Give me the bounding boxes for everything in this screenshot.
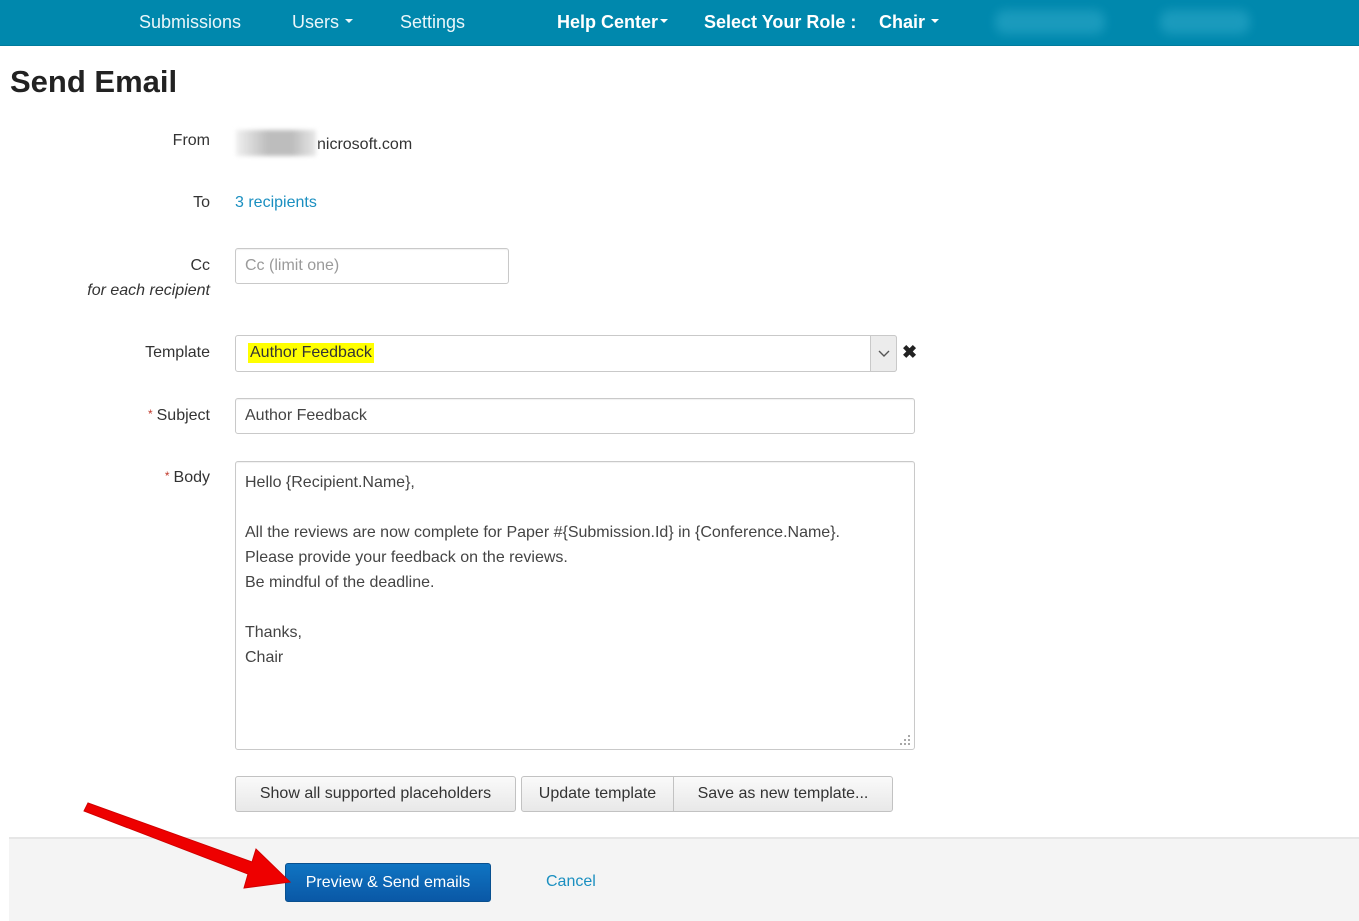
show-placeholders-button[interactable]: Show all supported placeholders [235,776,516,812]
blurred-user-menu [1160,10,1250,34]
nav-submissions-label: Submissions [139,12,242,32]
template-select[interactable]: Author Feedback [235,335,897,372]
cancel-link[interactable]: Cancel [546,873,596,891]
to-label: To [193,194,210,211]
subject-label-text: Subject [156,407,210,424]
form-footer [9,837,1359,921]
caret-down-icon [345,19,354,24]
template-selected-value: Author Feedback [248,343,374,363]
save-new-template-button[interactable]: Save as new template... [673,776,893,812]
blurred-email-prefix [236,130,316,156]
nav-help-center[interactable]: Help Center [557,0,669,44]
top-navbar: Submissions Users Settings Help Center S… [0,0,1359,46]
required-marker: * [164,469,170,483]
cc-input[interactable] [235,248,509,284]
update-template-button[interactable]: Update template [521,776,674,812]
role-label: Select Your Role : [704,12,857,32]
nav-help-center-label: Help Center [557,12,659,32]
resize-grip-icon[interactable] [900,735,910,745]
blurred-user-name [995,10,1105,34]
cc-sublabel: for each recipient [87,282,210,299]
page-title: Send Email [10,64,178,99]
subject-input[interactable] [235,398,915,434]
body-label: * Body [165,469,210,487]
role-selector[interactable]: Chair [879,0,940,44]
required-marker: * [147,407,153,421]
role-value: Chair [879,12,926,32]
clear-template-icon[interactable]: ✖ [902,342,917,362]
recipients-link[interactable]: 3 recipients [235,194,317,212]
from-value: nicrosoft.com [236,130,413,158]
body-label-text: Body [173,469,210,486]
nav-settings-label: Settings [400,12,466,32]
nav-submissions[interactable]: Submissions [139,0,241,44]
body-text: Hello {Recipient.Name}, All the reviews … [245,474,840,666]
cc-label: Cc for each recipient [87,257,210,300]
preview-send-button[interactable]: Preview & Send emails [285,863,491,902]
subject-label: * Subject [148,407,210,425]
cc-label-text: Cc [190,257,210,274]
template-label: Template [145,344,210,361]
from-email-text: nicrosoft.com [317,136,413,154]
body-textarea[interactable]: Hello {Recipient.Name}, All the reviews … [235,461,915,750]
nav-settings[interactable]: Settings [400,0,465,44]
nav-users[interactable]: Users [292,0,354,44]
from-label: From [172,132,210,149]
chevron-down-icon[interactable] [870,335,897,372]
nav-users-label: Users [292,12,340,32]
caret-down-icon [931,19,940,24]
caret-down-icon [660,19,669,24]
